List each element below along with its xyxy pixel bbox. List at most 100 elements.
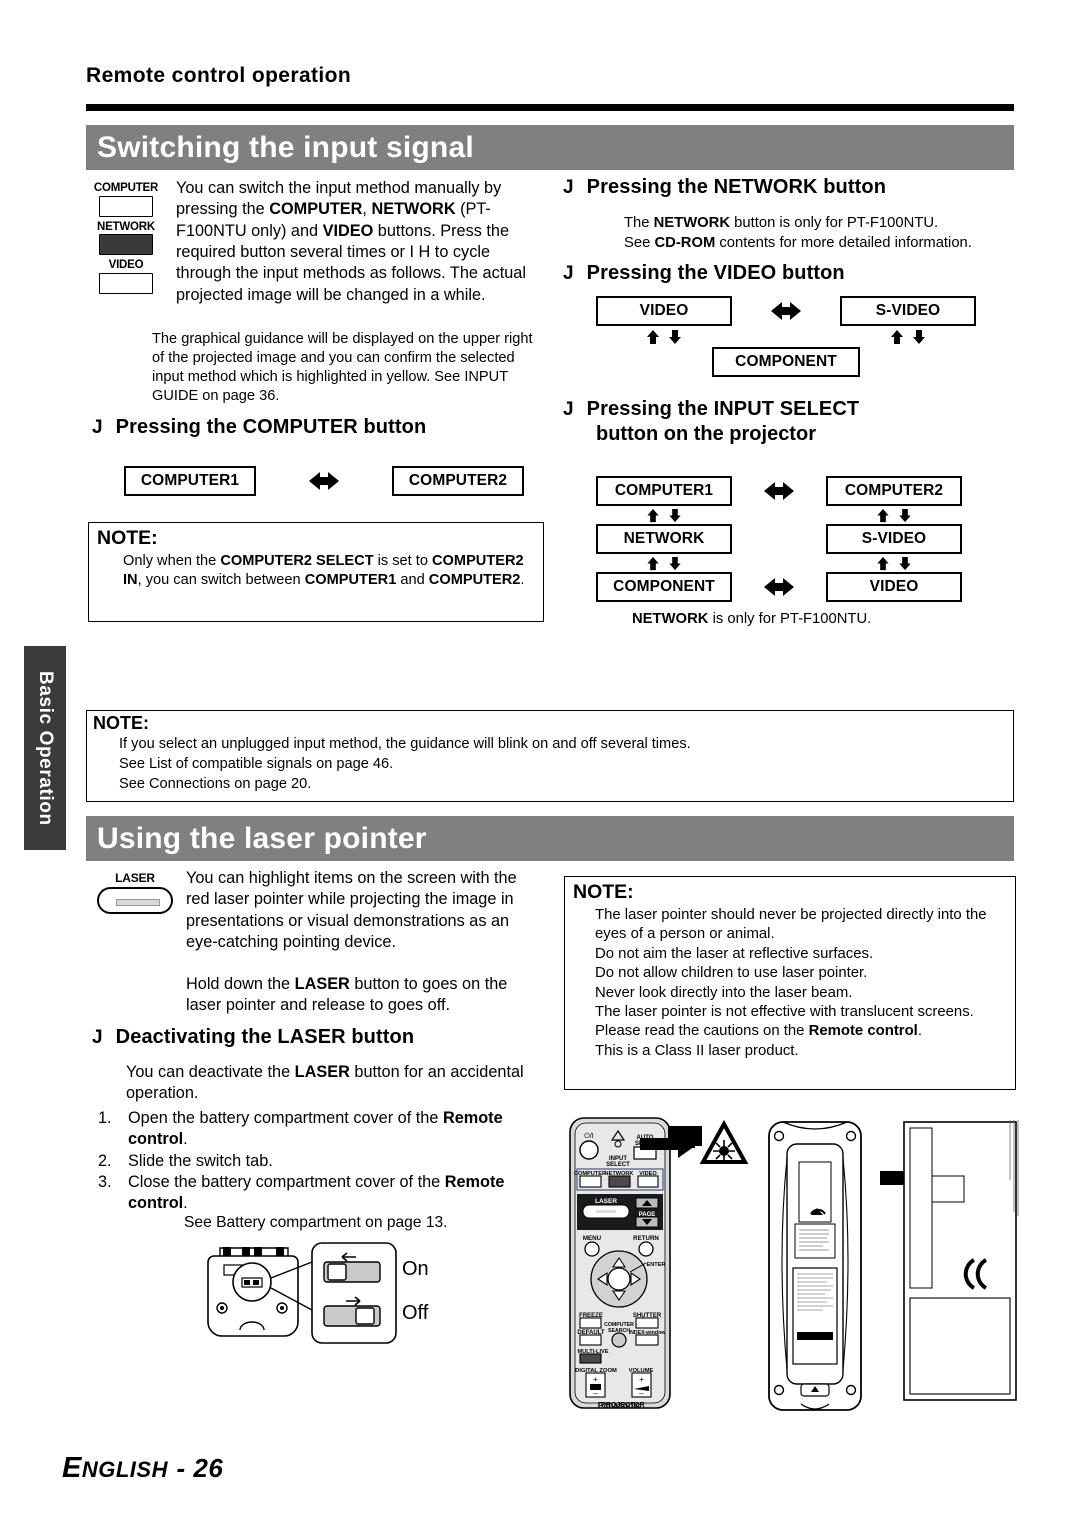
input-select-flow-diagram: COMPUTER1 COMPUTER2 NETWORK S-VIDEO COMP… [596,476,962,627]
note3-line-4: Never look directly into the laser beam. [595,984,853,1001]
s1-t1: Open the battery compartment cover of th… [128,1109,443,1127]
video-flow-diagram: VIDEO S-VIDEO COMPONENT [596,296,976,377]
heading-pressing-input-select: J Pressing the INPUT SELECT button on th… [563,398,1023,446]
laser-intro-paragraph-1: You can highlight items on the screen wi… [186,869,517,952]
note3-line-7: This is a Class II laser product. [595,1042,799,1059]
list-item-step-1: 1. Open the battery compartment cover of… [98,1108,546,1151]
isf-t1: is only for PT-F100NTU. [708,611,872,627]
flow-box-video: VIDEO [596,296,732,326]
heading-pressing-network-label: Pressing the NETWORK button [586,176,887,198]
note1-t5: . [520,572,525,589]
updown-arrow-pair-left-3 [596,556,732,571]
note2-line-3: See Connections on page 20. [119,776,312,793]
key-computer-label: COMPUTER [93,182,159,194]
is-flow-box-video: VIDEO [826,572,962,602]
updown-arrow-pair-right-1 [840,329,976,345]
s1-t2: . [183,1130,188,1149]
heading-pressing-computer-label: Pressing the COMPUTER button [115,416,427,438]
header-rule [86,104,1014,111]
note-head-2: NOTE: [93,713,149,733]
note2-line-2: See List of compatible signals on page 4… [119,756,394,773]
footer-page-number: - 26 [176,1453,224,1483]
updown-arrow-pair-left-1 [596,329,732,345]
nb-b2: CD-ROM [654,234,716,251]
remote-control-back-illustration [765,1118,865,1419]
computer-flow-diagram: COMPUTER1 COMPUTER2 [124,466,524,496]
bullet-glyph-j-5: J [92,1027,103,1048]
note1-t3: , you can switch between [137,572,305,589]
note-box-laser-safety: NOTE: The laser pointer should never be … [564,876,1016,1090]
side-tab-basic-operation: Basic Operation [24,646,66,850]
updown-arrow-pair-right-3 [826,556,962,571]
dl-b1: LASER [294,1063,350,1081]
svg-text:SELECT: SELECT [606,1162,630,1168]
heading-pressing-computer-button: J Pressing the COMPUTER button [92,416,542,439]
note1-b1: COMPUTER2 SELECT [220,553,374,569]
intro-bold-computer: COMPUTER [269,200,363,219]
note1-t2: is set to [373,553,433,569]
is-flow-box-component: COMPONENT [596,572,732,602]
heading-input-select-line2: button on the projector [596,423,816,445]
list-item-step-2: 2. Slide the switch tab. [98,1151,546,1172]
heading-input-select-line1: Pressing the INPUT SELECT [586,398,860,420]
remote-brand-subtitle: PROJECTOR [601,1402,645,1409]
nb-b1: NETWORK [653,215,731,231]
flow-box-component: COMPONENT [712,347,860,377]
step-2-text: Slide the switch tab. [128,1151,273,1170]
step-1-text: Open the battery compartment cover of th… [128,1108,546,1151]
bullet-glyph-j-4: J [563,399,574,420]
step-3-text: Close the battery compartment cover of t… [128,1172,546,1215]
network-body-text: The NETWORK button is only for PT-F100NT… [624,214,1024,253]
nb-t1: The [624,215,654,231]
bidirectional-arrow-icon-4 [732,577,826,597]
svg-text:–: – [639,1389,644,1398]
n3-t2: . [917,1023,922,1040]
note1-t1: Only when the [123,553,221,569]
list-item-step-3: 3. Close the battery compartment cover o… [98,1172,546,1215]
heading-pressing-video-label: Pressing the VIDEO button [586,262,845,284]
s3-t2: . [183,1194,188,1213]
svg-text:LASER: LASER [595,1198,617,1205]
switch-on-label: On [402,1258,429,1280]
side-tab-label: Basic Operation [35,670,56,826]
caution-label-blowup-illustration [900,1118,1039,1413]
nb-t3: See [624,234,655,251]
key-computer-icon [99,195,153,217]
key-video: VIDEO [88,259,164,294]
input-select-footnote: NETWORK is only for PT-F100NTU. [632,611,962,627]
bidirectional-arrow-icon [256,471,392,491]
footer-english-lead: E [62,1452,82,1484]
arrow-and-warning-group [640,1118,750,1193]
key-video-icon [99,272,153,294]
note-box-unplugged-input: NOTE: If you select an unplugged input m… [86,710,1014,802]
bidirectional-arrow-icon-3 [732,481,826,501]
step-3-number: 3. [98,1173,112,1192]
note3-line-6: Please read the cautions on the Remote c… [595,1022,1007,1041]
intro-bold-network: NETWORK [371,200,456,219]
svg-text:+: + [639,1375,644,1384]
laser-intro-paragraph-2: Hold down the LASER button to goes on th… [186,974,542,1017]
nb-t2: button is only for PT-F100NTU. [730,215,939,231]
footer-english-rest: NGLISH [81,1457,168,1482]
is-flow-box-s-video: S-VIDEO [826,524,962,554]
svg-text:ENTER: ENTER [647,1262,666,1268]
key-computer: COMPUTER [88,182,164,217]
key-network-label: NETWORK [96,220,155,233]
key-video-label: VIDEO [108,259,144,272]
step-2-number: 2. [98,1151,112,1170]
note1-b4: COMPUTER2 [428,572,521,589]
note-box-computer2-select: NOTE: Only when the COMPUTER2 SELECT is … [88,522,544,622]
is-flow-box-computer2: COMPUTER2 [826,476,962,506]
dl-t1: You can deactivate the [126,1063,295,1081]
section-header-switching-label: Switching the input signal [97,130,474,164]
heading-pressing-video-button: J Pressing the VIDEO button [563,262,1023,285]
heading-pressing-network-button: J Pressing the NETWORK button [563,176,1023,199]
bullet-glyph-j-2: J [563,177,574,198]
is-flow-box-computer1: COMPUTER1 [596,476,732,506]
key-network-icon [99,234,153,256]
bullet-glyph-j-3: J [563,263,574,284]
note-body-2: If you select an unplugged input method,… [87,734,1013,800]
n3-b1: Remote control [808,1023,918,1040]
section-header-using-laser-pointer: Using the laser pointer [86,816,1014,861]
note-head-1: NOTE: [97,527,158,549]
